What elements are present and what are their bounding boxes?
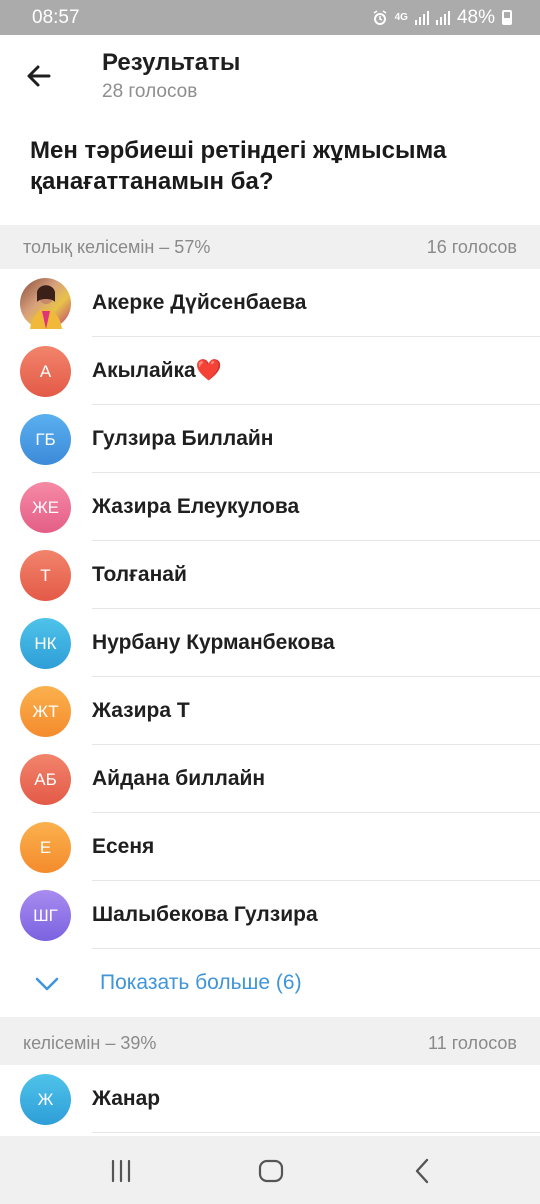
back-button[interactable] [18,55,60,97]
home-icon[interactable] [254,1156,288,1186]
recents-icon[interactable] [104,1156,138,1186]
avatar: Е [20,822,71,873]
network-type: 4G [394,12,408,23]
option-label: толық келісемін – 57% [23,237,211,257]
avatar: ГБ [20,414,71,465]
signal-icon [435,10,450,25]
voter-row[interactable]: НК Нурбану Курманбекова [0,609,540,677]
avatar: А [20,346,71,397]
voter-list: Ж Жанар [0,1065,540,1136]
voter-row[interactable]: Ж Жанар [0,1065,540,1133]
avatar: ЖЕ [20,482,71,533]
voter-name: Толғанай [92,563,187,586]
voter-name: Жазира Т [92,699,190,722]
voter-row[interactable]: АБ Айдана биллайн [0,745,540,813]
alarm-icon [373,9,387,25]
voter-name: Нурбану Курманбекова [92,631,335,654]
voter-name: Жанар [92,1087,161,1110]
header: Результаты 28 голосов [0,35,540,115]
avatar: Ж [20,1074,71,1125]
vote-count: 28 голосов [102,81,198,102]
avatar: НК [20,618,71,669]
option-votes: 11 голосов [428,1033,517,1053]
divider [92,1132,540,1133]
voter-row[interactable]: ШГ Шалыбекова Гулзира [0,881,540,949]
voter-name: Шалыбекова Гулзира [92,903,318,926]
status-bar: 08:57 4G 48% [0,0,540,35]
poll-question-panel: Мен тәрбиеші ретіндегі жұмысыма қанағатт… [0,115,540,225]
avatar: Т [20,550,71,601]
avatar [20,278,71,329]
voter-row[interactable]: Е Есеня [0,813,540,881]
voter-row[interactable]: Акерке Дүйсенбаева [0,269,540,337]
voter-name: Айдана биллайн [92,767,266,790]
voter-row[interactable]: Т Толғанай [0,541,540,609]
voter-row[interactable]: ЖТ Жазира Т [0,677,540,745]
back-icon[interactable] [406,1156,440,1186]
option-header: келісемін – 39% 11 голосов [0,1021,540,1065]
voter-list: Акерке Дүйсенбаева А Акылайка❤️ ГБ Гулзи… [0,269,540,1017]
voter-name: Есеня [92,835,155,858]
battery-percent: 48% [456,6,495,28]
avatar: ШГ [20,890,71,941]
page-title: Результаты [102,49,241,76]
voter-row[interactable]: ЖЕ Жазира Елеукулова [0,473,540,541]
option-votes: 16 голосов [426,237,517,257]
voter-name: Акерке Дүйсенбаева [92,291,307,314]
avatar: АБ [20,754,71,805]
option-label: келісемін – 39% [23,1033,157,1053]
system-nav-bar [0,1136,540,1204]
voter-row[interactable]: ГБ Гулзира Биллайн [0,405,540,473]
show-more-label: Показать больше (6) [100,971,302,994]
voter-name: Гулзира Биллайн [92,427,274,450]
profile-photo [30,285,62,329]
signal-icon [414,10,429,25]
show-more-button[interactable]: Показать больше (6) [0,949,540,1017]
chevron-down-icon [35,977,59,991]
poll-question: Мен тәрбиеші ретіндегі жұмысыма қанағатт… [30,137,447,195]
voter-name: Акылайка❤️ [92,359,222,382]
voter-row[interactable]: А Акылайка❤️ [0,337,540,405]
arrow-left-icon [27,65,51,87]
option-header: толық келісемін – 57% 16 голосов [0,225,540,269]
avatar: ЖТ [20,686,71,737]
status-time: 08:57 [32,6,80,28]
battery-icon [502,10,512,25]
status-icons: 4G 48% [372,7,512,29]
voter-name: Жазира Елеукулова [92,495,300,518]
